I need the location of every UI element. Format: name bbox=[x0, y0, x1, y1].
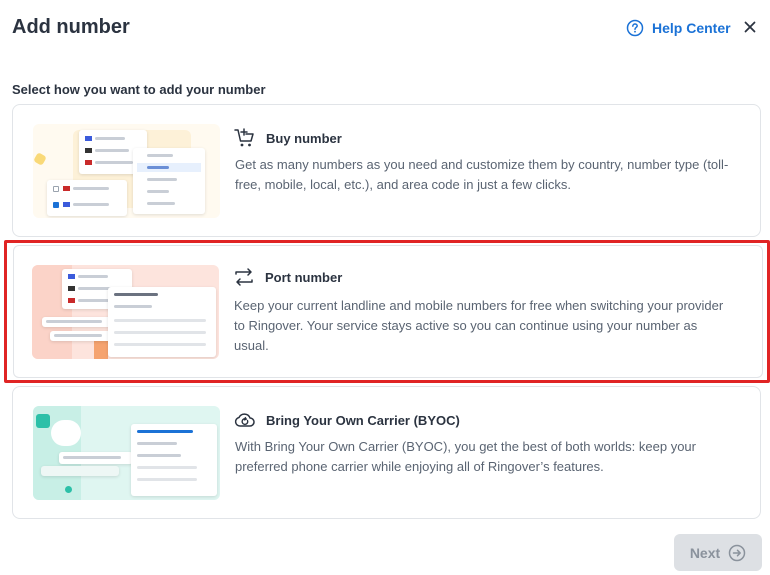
option-card-buy-number[interactable]: Buy number Get as many numbers as you ne… bbox=[12, 104, 761, 237]
byoc-illustration bbox=[33, 406, 220, 500]
page-title: Add number bbox=[12, 16, 130, 38]
buy-number-title: Buy number bbox=[266, 130, 342, 146]
next-button[interactable]: Next bbox=[674, 534, 762, 571]
section-subtitle: Select how you want to add your number bbox=[12, 82, 266, 97]
help-center-link[interactable]: Help Center bbox=[626, 19, 731, 37]
port-number-description: Keep your current landline and mobile nu… bbox=[234, 298, 724, 353]
close-icon[interactable] bbox=[741, 18, 759, 36]
port-number-title: Port number bbox=[265, 269, 343, 285]
port-number-illustration bbox=[32, 265, 219, 359]
cloud-sync-icon bbox=[234, 413, 255, 427]
next-button-label: Next bbox=[689, 544, 721, 561]
buy-number-description: Get as many numbers as you need and cust… bbox=[235, 157, 729, 192]
help-center-label: Help Center bbox=[652, 20, 731, 36]
byoc-description: With Bring Your Own Carrier (BYOC), you … bbox=[235, 439, 696, 474]
cart-plus-icon bbox=[234, 128, 254, 147]
arrow-right-circle-icon bbox=[728, 544, 746, 561]
option-card-port-number[interactable]: Port number Keep your current landline a… bbox=[4, 240, 770, 383]
byoc-title: Bring Your Own Carrier (BYOC) bbox=[266, 412, 460, 428]
buy-number-illustration bbox=[33, 124, 220, 218]
question-circle-icon bbox=[626, 19, 644, 37]
option-card-byoc[interactable]: Bring Your Own Carrier (BYOC) With Bring… bbox=[12, 386, 761, 519]
transfer-arrows-icon bbox=[235, 268, 253, 286]
